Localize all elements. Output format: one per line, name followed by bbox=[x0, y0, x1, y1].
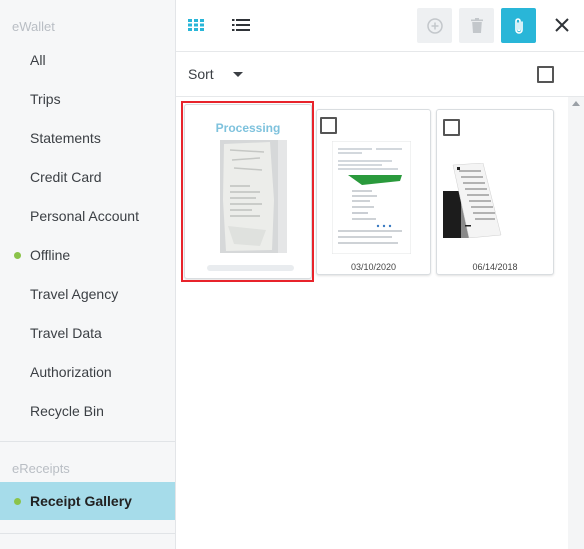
scroll-up-arrow-icon[interactable] bbox=[572, 101, 580, 106]
chevron-down-icon[interactable] bbox=[233, 72, 243, 77]
sidebar-item-label: Offline bbox=[30, 246, 71, 263]
section-title-ewallet: eWallet bbox=[12, 19, 55, 34]
sidebar: eWallet All Trips Statements Credit Card… bbox=[0, 0, 176, 549]
sidebar-item-label: Statements bbox=[30, 129, 101, 146]
sidebar-item-label: Travel Data bbox=[30, 324, 102, 341]
sidebar-item-label: Credit Card bbox=[30, 168, 102, 185]
sidebar-divider bbox=[0, 441, 175, 442]
receipt-thumbnail bbox=[331, 140, 412, 255]
sidebar-item-statements[interactable]: Statements bbox=[0, 118, 175, 157]
receipt-card[interactable]: 03/10/2020 bbox=[316, 109, 431, 275]
sidebar-item-credit-card[interactable]: Credit Card bbox=[0, 157, 175, 196]
sidebar-item-label: Recycle Bin bbox=[30, 402, 104, 419]
plus-circle-icon bbox=[426, 17, 443, 34]
receipt-date: 03/10/2020 bbox=[350, 262, 397, 272]
receipt-date: 06/14/2018 bbox=[472, 262, 518, 272]
list-view-button[interactable] bbox=[229, 13, 253, 37]
trash-icon bbox=[470, 18, 483, 33]
receipt-checkbox[interactable] bbox=[443, 119, 460, 136]
sidebar-item-all[interactable]: All bbox=[0, 40, 175, 79]
sidebar-item-receipt-gallery[interactable]: Receipt Gallery bbox=[0, 482, 175, 520]
close-button[interactable] bbox=[550, 13, 574, 37]
receipt-card[interactable]: 06/14/2018 bbox=[436, 109, 554, 275]
toolbar bbox=[176, 0, 584, 52]
receipt-checkbox[interactable] bbox=[320, 117, 337, 134]
close-icon bbox=[555, 18, 569, 32]
sidebar-item-recycle-bin[interactable]: Recycle Bin bbox=[0, 391, 175, 430]
sidebar-item-label: Authorization bbox=[30, 363, 112, 380]
scrollbar[interactable] bbox=[568, 97, 584, 549]
grid-view-button[interactable] bbox=[184, 13, 208, 37]
status-dot bbox=[14, 498, 21, 505]
selection-highlight bbox=[181, 101, 314, 282]
list-view-icon bbox=[232, 19, 250, 31]
receipt-thumbnail bbox=[443, 162, 548, 239]
sidebar-item-label: Trips bbox=[30, 90, 61, 107]
section-title-ereceipts: eReceipts bbox=[12, 461, 70, 476]
paperclip-icon bbox=[514, 17, 523, 34]
sort-bar: Sort bbox=[176, 52, 584, 97]
add-receipt-button[interactable] bbox=[417, 8, 452, 43]
delete-button[interactable] bbox=[459, 8, 494, 43]
sidebar-item-travel-data[interactable]: Travel Data bbox=[0, 313, 175, 352]
sidebar-item-personal-account[interactable]: Personal Account bbox=[0, 196, 175, 235]
select-all-checkbox[interactable] bbox=[537, 66, 554, 83]
sidebar-item-label: Receipt Gallery bbox=[30, 493, 132, 509]
sidebar-divider bbox=[0, 533, 175, 534]
sidebar-item-authorization[interactable]: Authorization bbox=[0, 352, 175, 391]
sidebar-item-travel-agency[interactable]: Travel Agency bbox=[0, 274, 175, 313]
sidebar-item-label: Personal Account bbox=[30, 207, 139, 224]
grid-view-icon bbox=[188, 19, 204, 31]
sidebar-item-offline[interactable]: Offline bbox=[0, 235, 175, 274]
sidebar-item-trips[interactable]: Trips bbox=[0, 79, 175, 118]
status-dot bbox=[14, 251, 21, 259]
sidebar-item-label: All bbox=[30, 51, 46, 68]
sidebar-item-label: Travel Agency bbox=[30, 285, 119, 302]
attach-button[interactable] bbox=[501, 8, 536, 43]
sort-dropdown[interactable]: Sort bbox=[188, 66, 214, 82]
